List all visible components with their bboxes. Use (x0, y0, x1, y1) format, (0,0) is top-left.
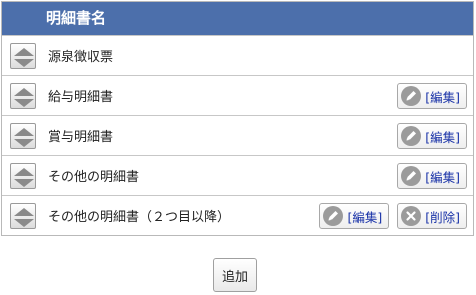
sort-handle-icon[interactable] (10, 123, 36, 149)
edit-label: [編集] (425, 89, 460, 105)
edit-button[interactable]: [編集] (319, 203, 390, 229)
statement-table: 明細書名 源泉徴収票 給与明細書 [編集] 賞与明細書 [編集] その他の明細書… (1, 1, 474, 236)
row-name: 給与明細書 (48, 90, 114, 105)
table-row: 賞与明細書 [編集] (2, 115, 473, 155)
edit-button[interactable]: [編集] (397, 83, 467, 109)
sort-handle-icon[interactable] (10, 203, 36, 229)
table-row: その他の明細書（２つ目以降） [編集] [削除] (2, 195, 473, 235)
row-actions: [編集] (397, 83, 467, 109)
pencil-icon (401, 126, 422, 146)
close-icon (401, 206, 422, 226)
table-row: 源泉徴収票 (2, 35, 473, 75)
row-actions: [編集] (397, 123, 467, 149)
sort-handle-icon[interactable] (10, 43, 36, 69)
add-area: 追加 (213, 258, 257, 292)
edit-label: [編集] (347, 209, 383, 225)
row-name: 賞与明細書 (48, 130, 114, 145)
delete-label: [削除] (425, 209, 460, 225)
row-actions: [編集] [削除] (319, 203, 467, 229)
edit-label: [編集] (425, 169, 460, 185)
edit-label: [編集] (425, 129, 460, 145)
row-name: 源泉徴収票 (48, 50, 114, 65)
table-row: その他の明細書 [編集] (2, 155, 473, 195)
delete-button[interactable]: [削除] (397, 203, 467, 229)
pencil-icon (401, 86, 422, 106)
pencil-icon (401, 166, 422, 186)
header-label: 明細書名 (46, 9, 107, 27)
row-name: その他の明細書 (48, 170, 140, 185)
table-row: 給与明細書 [編集] (2, 75, 473, 115)
edit-button[interactable]: [編集] (397, 163, 467, 189)
pencil-icon (323, 206, 344, 226)
row-name: その他の明細書（２つ目以降） (48, 210, 231, 225)
edit-button[interactable]: [編集] (397, 123, 467, 149)
table-header: 明細書名 (2, 2, 473, 35)
sort-handle-icon[interactable] (10, 163, 36, 189)
row-actions: [編集] (397, 163, 467, 189)
sort-handle-icon[interactable] (10, 83, 36, 109)
add-button[interactable]: 追加 (213, 258, 257, 292)
